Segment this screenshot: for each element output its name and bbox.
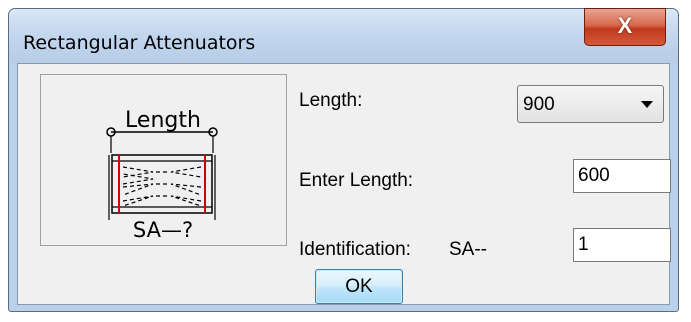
window-title: Rectangular Attenuators (23, 32, 256, 54)
attenuator-diagram: Length SA—? (40, 74, 287, 246)
diagram-id-label: SA—? (133, 218, 193, 242)
identification-prefix: SA-- (449, 239, 487, 260)
enter-length-label: Enter Length: (299, 170, 414, 191)
dialog-body: Length SA—? Length: 900 Enter Length: 60… (17, 63, 671, 305)
identification-input[interactable] (573, 228, 671, 262)
length-dropdown[interactable]: 900 (517, 85, 664, 123)
attenuator-drawing: Length SA—? (106, 108, 218, 242)
diagram-length-label: Length (125, 108, 201, 133)
length-selected-value: 900 (523, 94, 555, 115)
length-label: Length: (299, 90, 363, 111)
chevron-down-icon[interactable] (641, 101, 653, 108)
enter-length-input[interactable] (573, 159, 671, 193)
ok-button[interactable]: OK (315, 269, 403, 304)
dialog-window: Rectangular Attenuators X Length SA—? Le… (8, 8, 679, 312)
identification-label: Identification: (299, 239, 411, 260)
close-icon: X (617, 13, 633, 38)
close-button[interactable]: X (584, 8, 666, 46)
title-bar[interactable]: Rectangular Attenuators X (9, 8, 678, 63)
